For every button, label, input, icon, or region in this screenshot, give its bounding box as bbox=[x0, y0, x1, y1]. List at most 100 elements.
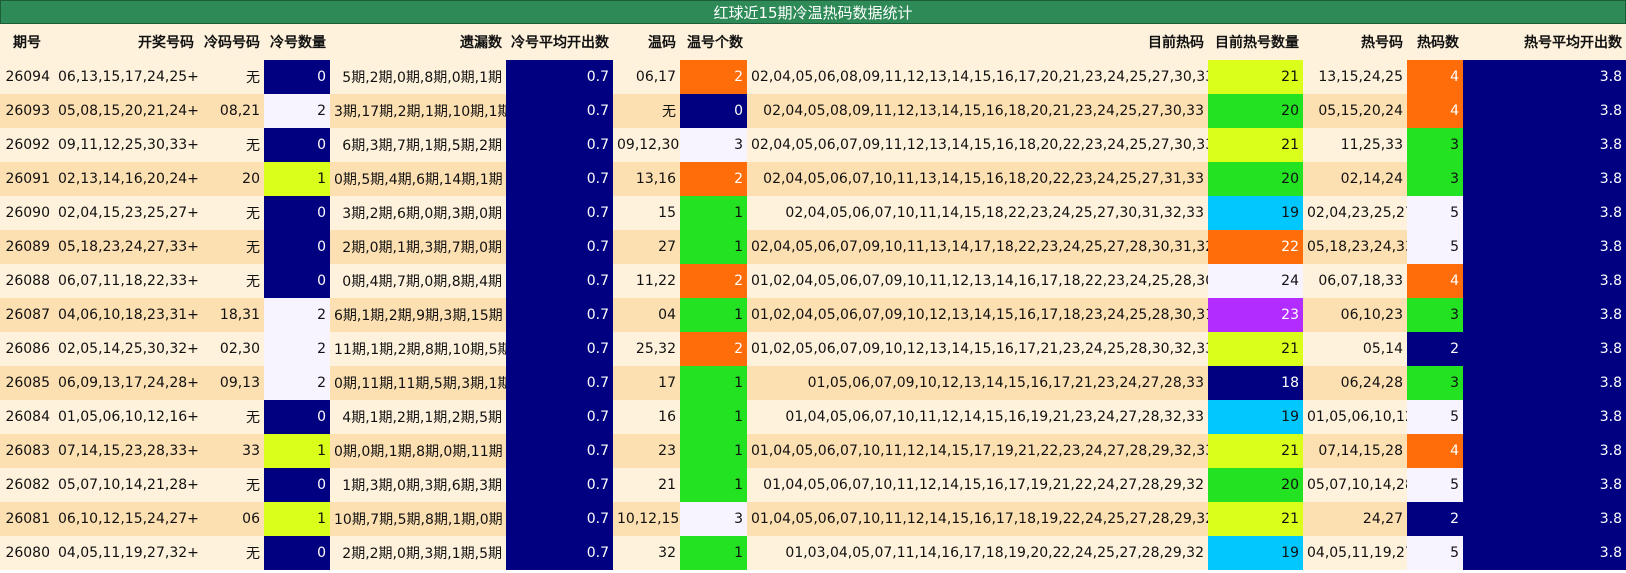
header-warm-codes: 温码 bbox=[613, 24, 680, 60]
cell-hot-count: 5 bbox=[1407, 196, 1463, 230]
cell-warm-count: 1 bbox=[680, 196, 747, 230]
cell-draw-numbers: 09,11,12,25,30,33+11 bbox=[54, 128, 198, 162]
cell-omission: 0期,11期,11期,5期,3期,1期 bbox=[330, 366, 506, 400]
cell-cold-count: 0 bbox=[264, 264, 330, 298]
cell-issue: 26086 bbox=[0, 332, 54, 366]
cell-hot-codes: 06,07,18,33 bbox=[1303, 264, 1407, 298]
cell-omission: 0期,0期,1期,8期,0期,11期 bbox=[330, 434, 506, 468]
table-row: 2609002,04,15,23,25,27+03无03期,2期,6期,0期,3… bbox=[0, 196, 1626, 230]
cell-issue: 26093 bbox=[0, 94, 54, 128]
cell-current-hot-count: 19 bbox=[1208, 196, 1303, 230]
cell-cold-average: 0.7 bbox=[506, 400, 613, 434]
cell-warm-count: 1 bbox=[680, 298, 747, 332]
cell-cold-codes: 无 bbox=[198, 60, 264, 94]
cell-cold-average: 0.7 bbox=[506, 60, 613, 94]
cell-hot-count: 4 bbox=[1407, 434, 1463, 468]
header-cold-average: 冷号平均开出数 bbox=[506, 24, 613, 60]
cell-hot-codes: 02,14,24 bbox=[1303, 162, 1407, 196]
cell-current-hot-count: 20 bbox=[1208, 162, 1303, 196]
cell-hot-count: 5 bbox=[1407, 230, 1463, 264]
cell-cold-count: 1 bbox=[264, 162, 330, 196]
table-row: 2608307,14,15,23,28,33+033310期,0期,1期,8期,… bbox=[0, 434, 1626, 468]
header-issue: 期号 bbox=[0, 24, 54, 60]
cell-cold-codes: 18,31 bbox=[198, 298, 264, 332]
cell-cold-codes: 09,13 bbox=[198, 366, 264, 400]
cell-warm-codes: 10,12,15 bbox=[613, 502, 680, 536]
cell-hot-average: 3.8 bbox=[1463, 434, 1626, 468]
cell-cold-codes: 无 bbox=[198, 264, 264, 298]
cell-warm-codes: 21 bbox=[613, 468, 680, 502]
cell-current-hot-codes: 01,03,04,05,07,11,14,16,17,18,19,20,22,2… bbox=[747, 536, 1208, 570]
header-hot-count: 热码数 bbox=[1407, 24, 1463, 60]
header-warm-count: 温号个数 bbox=[680, 24, 747, 60]
cell-cold-average: 0.7 bbox=[506, 162, 613, 196]
cell-warm-codes: 09,12,30 bbox=[613, 128, 680, 162]
header-hot-codes: 热号码 bbox=[1303, 24, 1407, 60]
cell-cold-average: 0.7 bbox=[506, 468, 613, 502]
cell-cold-count: 0 bbox=[264, 400, 330, 434]
cell-warm-codes: 06,17 bbox=[613, 60, 680, 94]
cell-current-hot-codes: 02,04,05,06,07,09,11,12,13,14,15,16,18,2… bbox=[747, 128, 1208, 162]
cell-cold-count: 0 bbox=[264, 196, 330, 230]
cell-warm-count: 2 bbox=[680, 162, 747, 196]
cell-omission: 0期,5期,4期,6期,14期,1期 bbox=[330, 162, 506, 196]
cell-cold-average: 0.7 bbox=[506, 434, 613, 468]
table-row: 2608704,06,10,18,23,31+1118,3126期,1期,2期,… bbox=[0, 298, 1626, 332]
cell-draw-numbers: 06,09,13,17,24,28+15 bbox=[54, 366, 198, 400]
cell-hot-codes: 05,07,10,14,28 bbox=[1303, 468, 1407, 502]
cell-current-hot-codes: 01,04,05,06,07,10,11,12,14,15,16,17,19,2… bbox=[747, 468, 1208, 502]
cell-hot-codes: 05,18,23,24,33 bbox=[1303, 230, 1407, 264]
cell-current-hot-count: 21 bbox=[1208, 502, 1303, 536]
cell-current-hot-count: 23 bbox=[1208, 298, 1303, 332]
cell-cold-codes: 无 bbox=[198, 400, 264, 434]
header-current-hot-codes: 目前热码 bbox=[747, 24, 1208, 60]
cell-omission: 1期,3期,0期,3期,6期,3期 bbox=[330, 468, 506, 502]
cell-warm-count: 2 bbox=[680, 60, 747, 94]
cell-hot-average: 3.8 bbox=[1463, 298, 1626, 332]
cell-hot-codes: 05,14 bbox=[1303, 332, 1407, 366]
cell-draw-numbers: 07,14,15,23,28,33+03 bbox=[54, 434, 198, 468]
cell-hot-codes: 11,25,33 bbox=[1303, 128, 1407, 162]
cell-hot-average: 3.8 bbox=[1463, 94, 1626, 128]
cell-current-hot-codes: 01,02,04,05,06,07,09,10,11,12,13,14,16,1… bbox=[747, 264, 1208, 298]
cell-hot-codes: 06,10,23 bbox=[1303, 298, 1407, 332]
cell-cold-average: 0.7 bbox=[506, 332, 613, 366]
cell-hot-count: 5 bbox=[1407, 400, 1463, 434]
cell-issue: 26088 bbox=[0, 264, 54, 298]
cell-current-hot-codes: 01,04,05,06,07,10,11,12,14,15,17,19,21,2… bbox=[747, 434, 1208, 468]
cell-warm-count: 0 bbox=[680, 94, 747, 128]
table-row: 2609102,13,14,16,20,24+052010期,5期,4期,6期,… bbox=[0, 162, 1626, 196]
cell-omission: 2期,2期,0期,3期,1期,5期 bbox=[330, 536, 506, 570]
cell-issue: 26082 bbox=[0, 468, 54, 502]
cell-cold-count: 1 bbox=[264, 502, 330, 536]
cell-warm-codes: 15 bbox=[613, 196, 680, 230]
cell-warm-count: 1 bbox=[680, 230, 747, 264]
cell-cold-codes: 无 bbox=[198, 230, 264, 264]
cell-cold-average: 0.7 bbox=[506, 264, 613, 298]
cell-cold-average: 0.7 bbox=[506, 366, 613, 400]
cell-hot-average: 3.8 bbox=[1463, 468, 1626, 502]
cell-cold-count: 1 bbox=[264, 434, 330, 468]
cell-hot-average: 3.8 bbox=[1463, 60, 1626, 94]
table-title: 红球近15期冷温热码数据统计 bbox=[0, 0, 1626, 24]
cell-omission: 4期,1期,2期,1期,2期,5期 bbox=[330, 400, 506, 434]
cell-hot-average: 3.8 bbox=[1463, 230, 1626, 264]
header-omission: 遗漏数 bbox=[330, 24, 506, 60]
cell-warm-codes: 16 bbox=[613, 400, 680, 434]
cell-hot-codes: 24,27 bbox=[1303, 502, 1407, 536]
cell-issue: 26084 bbox=[0, 400, 54, 434]
cell-cold-codes: 02,30 bbox=[198, 332, 264, 366]
cell-current-hot-count: 21 bbox=[1208, 434, 1303, 468]
cell-hot-count: 4 bbox=[1407, 60, 1463, 94]
cell-cold-count: 2 bbox=[264, 332, 330, 366]
cell-issue: 26080 bbox=[0, 536, 54, 570]
cell-cold-codes: 无 bbox=[198, 196, 264, 230]
stats-table: 期号 开奖号码 冷码号码 冷号数量 遗漏数 冷号平均开出数 温码 温号个数 目前… bbox=[0, 24, 1626, 570]
cell-warm-codes: 27 bbox=[613, 230, 680, 264]
cell-cold-codes: 20 bbox=[198, 162, 264, 196]
cell-omission: 2期,0期,1期,3期,7期,0期 bbox=[330, 230, 506, 264]
cell-warm-codes: 13,16 bbox=[613, 162, 680, 196]
cell-cold-count: 0 bbox=[264, 468, 330, 502]
cell-cold-count: 2 bbox=[264, 94, 330, 128]
cell-current-hot-count: 22 bbox=[1208, 230, 1303, 264]
